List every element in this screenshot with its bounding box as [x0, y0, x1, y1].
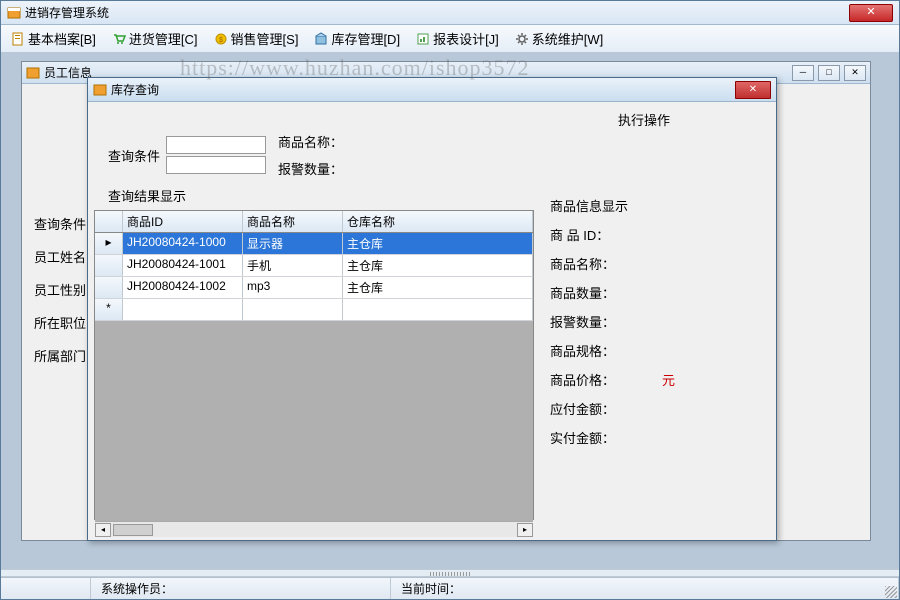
grip-icon: [430, 572, 470, 576]
gear-icon: [515, 32, 529, 46]
table-row[interactable]: JH20080424-1002 mp3 主仓库: [95, 277, 533, 299]
menu-report[interactable]: 报表设计[J]: [412, 27, 503, 50]
app-icon: [7, 6, 21, 20]
employee-close-button[interactable]: ✕: [844, 65, 866, 81]
alarm-qty-input[interactable]: [166, 156, 266, 174]
form-icon: [26, 66, 40, 80]
statusbar: 系统操作员： 当前时间：: [1, 577, 899, 599]
main-close-button[interactable]: ✕: [849, 4, 893, 22]
cart-icon: [112, 32, 126, 46]
exec-label: 执行操作: [618, 110, 670, 129]
main-title: 进销存管理系统: [25, 4, 849, 21]
info-price-label: 商品价格：: [550, 370, 622, 389]
inventory-query-dialog: 库存查询 ✕ 执行操作 查询条件 商品名称： 报警数量： 查询结果显示: [87, 77, 777, 541]
status-time: 当前时间：: [391, 578, 899, 599]
scroll-left-icon[interactable]: ◂: [95, 523, 111, 537]
search-label: 查询条件: [104, 146, 160, 165]
info-spec-label: 商品规格：: [550, 341, 622, 360]
employee-field-labels: 查询条件 员工姓名: 员工性别: 所在职位: 所属部门:: [34, 214, 90, 365]
product-name-input[interactable]: [166, 136, 266, 154]
dialog-titlebar[interactable]: 库存查询 ✕: [88, 78, 776, 102]
col-product-name[interactable]: 商品名称: [243, 211, 343, 232]
splitter[interactable]: [1, 569, 899, 577]
resize-grip-icon[interactable]: [885, 586, 897, 598]
coin-icon: $: [214, 32, 228, 46]
mdi-area: 员工信息 ─ □ ✕ 查询条件 员工姓名: 员工性别: 所在职位: 所属部门: …: [1, 53, 899, 575]
table-row[interactable]: ▸ JH20080424-1000 显示器 主仓库: [95, 233, 533, 255]
product-info-panel: 商品信息显示 商 品 ID： 商品名称： 商品数量： 报警数量： 商品规格： 商…: [550, 196, 760, 457]
info-alarm-label: 报警数量：: [550, 312, 622, 331]
grid-empty-area: [95, 321, 533, 521]
result-grid[interactable]: 商品ID 商品名称 仓库名称 ▸ JH20080424-1000 显示器 主仓库: [94, 210, 534, 520]
grid-body: ▸ JH20080424-1000 显示器 主仓库 JH20080424-100…: [95, 233, 533, 521]
info-qty-label: 商品数量：: [550, 283, 622, 302]
info-title: 商品信息显示: [550, 196, 760, 215]
info-id-label: 商 品 ID：: [550, 225, 622, 244]
menu-inventory[interactable]: 库存管理[D]: [310, 27, 404, 50]
col-product-id[interactable]: 商品ID: [123, 211, 243, 232]
grid-header: 商品ID 商品名称 仓库名称: [95, 211, 533, 233]
info-payable-label: 应付金额：: [550, 399, 622, 418]
employee-max-button[interactable]: □: [818, 65, 840, 81]
search-row: 查询条件 商品名称： 报警数量：: [104, 132, 760, 178]
menu-sales[interactable]: $销售管理[S]: [210, 27, 303, 50]
grid-hscrollbar[interactable]: ◂ ▸: [95, 521, 533, 537]
scroll-right-icon[interactable]: ▸: [517, 523, 533, 537]
menu-purchase[interactable]: 进货管理[C]: [108, 27, 202, 50]
main-window: 进销存管理系统 ✕ 基本档案[B] 进货管理[C] $销售管理[S] 库存管理[…: [0, 0, 900, 600]
report-icon: [416, 32, 430, 46]
employee-min-button[interactable]: ─: [792, 65, 814, 81]
table-row[interactable]: JH20080424-1001 手机 主仓库: [95, 255, 533, 277]
dialog-title: 库存查询: [111, 81, 735, 98]
field-product-name: 商品名称：: [278, 132, 343, 151]
col-warehouse[interactable]: 仓库名称: [343, 211, 533, 232]
box-icon: [314, 32, 328, 46]
main-titlebar[interactable]: 进销存管理系统 ✕: [1, 1, 899, 25]
new-row-icon: *: [95, 299, 123, 320]
svg-text:$: $: [219, 37, 223, 44]
menu-basic[interactable]: 基本档案[B]: [7, 27, 100, 50]
currency-unit: 元: [662, 370, 675, 389]
dialog-body: 执行操作 查询条件 商品名称： 报警数量： 查询结果显示: [88, 102, 776, 540]
status-operator: 系统操作员：: [91, 578, 391, 599]
form-icon: [93, 83, 107, 97]
doc-icon: [11, 32, 25, 46]
menu-system[interactable]: 系统维护[W]: [511, 27, 608, 50]
info-name-label: 商品名称：: [550, 254, 622, 273]
employee-title: 员工信息: [44, 64, 92, 81]
table-new-row[interactable]: *: [95, 299, 533, 321]
field-alarm-qty: 报警数量：: [278, 159, 343, 178]
row-indicator-icon: ▸: [95, 233, 123, 254]
menubar: 基本档案[B] 进货管理[C] $销售管理[S] 库存管理[D] 报表设计[J]…: [1, 25, 899, 53]
scroll-thumb[interactable]: [113, 524, 153, 536]
dialog-close-button[interactable]: ✕: [735, 81, 771, 99]
info-paid-label: 实付金额：: [550, 428, 622, 447]
